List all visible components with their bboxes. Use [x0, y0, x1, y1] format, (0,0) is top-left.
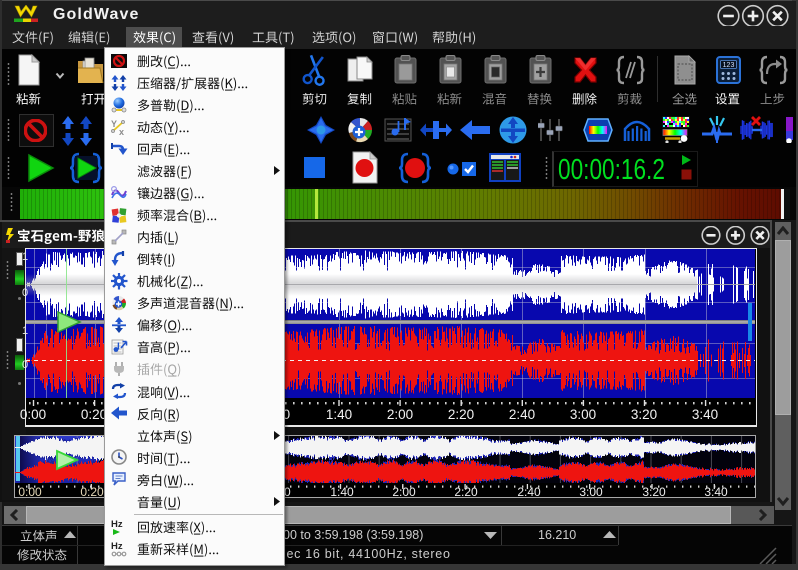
- svg-text:x: x: [119, 127, 124, 136]
- svg-text:123: 123: [723, 62, 735, 69]
- svg-text:Hz: Hz: [111, 541, 123, 552]
- svg-text:Hz: Hz: [111, 519, 123, 530]
